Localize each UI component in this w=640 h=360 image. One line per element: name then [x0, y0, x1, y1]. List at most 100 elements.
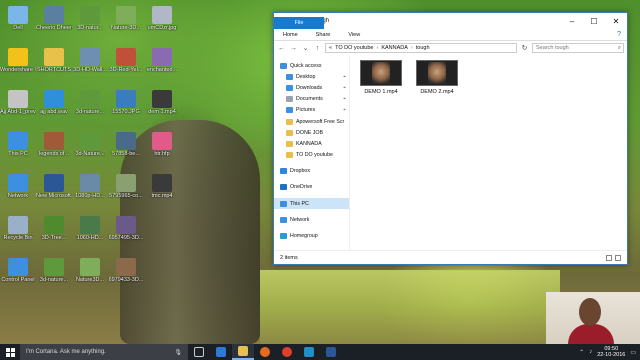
breadcrumb-tough[interactable]: tough [416, 45, 430, 51]
pin-icon[interactable]: ⌖ [343, 74, 346, 80]
task-view-icon[interactable] [188, 344, 210, 360]
chevron-up-icon[interactable]: ⌃ [579, 349, 584, 356]
nav-label: OneDrive [290, 184, 313, 191]
nav-network[interactable]: Network [274, 214, 349, 225]
desktop-icon[interactable]: 1080p-HD... [72, 172, 108, 212]
nav-homegroup[interactable]: Homegroup [274, 230, 349, 241]
details-view-icon[interactable] [606, 254, 612, 261]
desktop-icon[interactable]: 57858-be... [108, 130, 144, 170]
desktop-icon[interactable]: dem 1.mp4 [144, 88, 180, 128]
breadcrumb-todo-youtube[interactable]: TO DO youtube [335, 45, 373, 51]
tab-view[interactable]: View [339, 29, 369, 41]
search-input[interactable]: Search tough ⌕ [532, 43, 624, 53]
microphone-icon[interactable]: 🎙 [174, 349, 182, 356]
nav-quick-access[interactable]: Quick access [274, 60, 349, 71]
close-button[interactable]: ✕ [605, 13, 627, 29]
address-overflow[interactable]: « [329, 45, 332, 51]
volume-icon[interactable]: ♪ [589, 349, 592, 355]
nav-quick-access-item[interactable]: Pictures ⌖ [274, 105, 349, 116]
tab-file[interactable]: File [274, 17, 324, 29]
desktop-icon[interactable]: 3D-Tree... [36, 214, 72, 254]
desktop-icon-label: enchanted... [146, 67, 178, 73]
cortana-search-box[interactable]: I'm Cortana. Ask me anything. 🎙 [20, 344, 188, 360]
desktop-icon[interactable]: legends of... [36, 130, 72, 170]
help-icon[interactable]: ? [617, 31, 621, 38]
desktop-icon[interactable]: 15570.JPG [108, 88, 144, 128]
chrome-icon[interactable] [276, 344, 298, 360]
desktop-icon[interactable]: 6979433-3D... [108, 256, 144, 296]
desktop-icon[interactable]: Cheerio Dheere Sa [36, 4, 72, 44]
firefox-icon[interactable] [254, 344, 276, 360]
desktop-icon[interactable]: Nature3D... [72, 256, 108, 296]
desktop-icon[interactable]: Network [0, 172, 36, 212]
up-arrow-icon[interactable]: ↑ [313, 45, 322, 52]
nav-this-pc[interactable]: This PC [274, 198, 349, 210]
desktop-icon[interactable]: umCDzr.jpg [144, 4, 180, 44]
desktop-icon[interactable]: 3D-Red-Yel... [108, 46, 144, 86]
desktop-icon[interactable]: Ajj Abd-1_prev... [0, 88, 36, 128]
nav-quick-access-item[interactable]: Documents ⌖ [274, 94, 349, 105]
nav-onedrive[interactable]: OneDrive [274, 182, 349, 193]
tab-home[interactable]: Home [274, 29, 307, 41]
nav-quick-access-item[interactable]: DONE JOB [274, 127, 349, 138]
maximize-button[interactable]: ☐ [583, 13, 605, 29]
desktop-icon[interactable]: 3D-natur... [72, 4, 108, 44]
desktop-icon[interactable]: 3d-Nature... [72, 130, 108, 170]
file-name: DEMO 2.mp4 [420, 89, 454, 95]
desktop-icon[interactable]: This PC [0, 130, 36, 170]
desktop-icon[interactable]: Control Panel [0, 256, 36, 296]
edge-icon[interactable] [210, 344, 232, 360]
nav-quick-access-item[interactable]: Apowersoft Free Scr [274, 116, 349, 127]
file-explorer-window[interactable]: tough – ☐ ✕ File Home Share View ? ← → ⌄… [273, 12, 628, 265]
file-icon [80, 48, 100, 66]
desktop-icon[interactable]: 6957495-3D... [108, 214, 144, 254]
desktop-icon[interactable]: Wondershare Video Editor [0, 46, 36, 86]
search-placeholder: Search tough [536, 45, 569, 51]
breadcrumb-kannada[interactable]: KANNADA [381, 45, 408, 51]
nav-quick-access-item[interactable]: Downloads ⌖ [274, 82, 349, 93]
screen-recorder-icon[interactable] [298, 344, 320, 360]
pin-icon[interactable]: ⌖ [343, 85, 346, 91]
desktop-icon[interactable]: Recycle Bin [0, 214, 36, 254]
minimize-button[interactable]: – [561, 13, 583, 29]
nav-quick-access-item[interactable]: Desktop ⌖ [274, 71, 349, 82]
desktop-icon[interactable]: enchanted... [144, 46, 180, 86]
refresh-icon[interactable]: ↻ [520, 44, 529, 52]
desktop-icon[interactable]: ajj abd.wav [36, 88, 72, 128]
desktop-icon[interactable]: New Microsoft... [36, 172, 72, 212]
tab-share[interactable]: Share [307, 29, 340, 41]
start-button[interactable] [0, 344, 20, 360]
desktop-icon[interactable]: SHORTCUTS [36, 46, 72, 86]
file-icon [80, 132, 100, 150]
desktop-icon[interactable]: Nature-3D... [108, 4, 144, 44]
desktop-icon[interactable]: 3D-HD-Wall... [72, 46, 108, 86]
file-item[interactable]: DEMO 2.mp4 [412, 60, 462, 95]
file-explorer-taskbar-icon[interactable] [232, 344, 254, 360]
pin-icon[interactable]: ⌖ [343, 96, 346, 102]
recent-chevron-icon[interactable]: ⌄ [301, 44, 310, 52]
word-icon[interactable] [320, 344, 342, 360]
desktop-icon[interactable]: 1060-HD... [72, 214, 108, 254]
desktop-icon[interactable]: 3d-nature... [36, 256, 72, 296]
nav-quick-access-item[interactable]: TO DO youtube [274, 150, 349, 161]
forward-arrow-icon[interactable]: → [289, 45, 298, 52]
back-arrow-icon[interactable]: ← [277, 45, 286, 52]
large-icons-view-icon[interactable] [615, 254, 621, 261]
address-bar[interactable]: « TO DO youtube › KANNADA › tough [325, 43, 517, 53]
file-item[interactable]: DEMO 1.mp4 [356, 60, 406, 95]
nav-dropbox[interactable]: Dropbox [274, 166, 349, 177]
pin-icon[interactable]: ⌖ [343, 107, 346, 113]
desktop-icon[interactable]: 5795965-co... [108, 172, 144, 212]
desktop-icon-label: 6957495-3D... [108, 235, 144, 241]
desktop-icon[interactable]: 3d-nature... [72, 88, 108, 128]
desktop-icon[interactable]: tmc.mp4 [144, 172, 180, 212]
nav-quick-access-item[interactable]: KANNADA [274, 138, 349, 149]
item-count: 2 items [280, 254, 298, 261]
file-icon [44, 258, 64, 276]
desktop-icon[interactable]: Dell [0, 4, 36, 44]
title-bar[interactable]: tough – ☐ ✕ [274, 13, 627, 29]
desktop-icon-label: Network [7, 193, 29, 199]
notifications-icon[interactable]: ▭ [630, 349, 636, 356]
clock[interactable]: 09:50 22-10-2016 [597, 346, 625, 358]
desktop-icon[interactable]: htr.hfp [144, 130, 180, 170]
